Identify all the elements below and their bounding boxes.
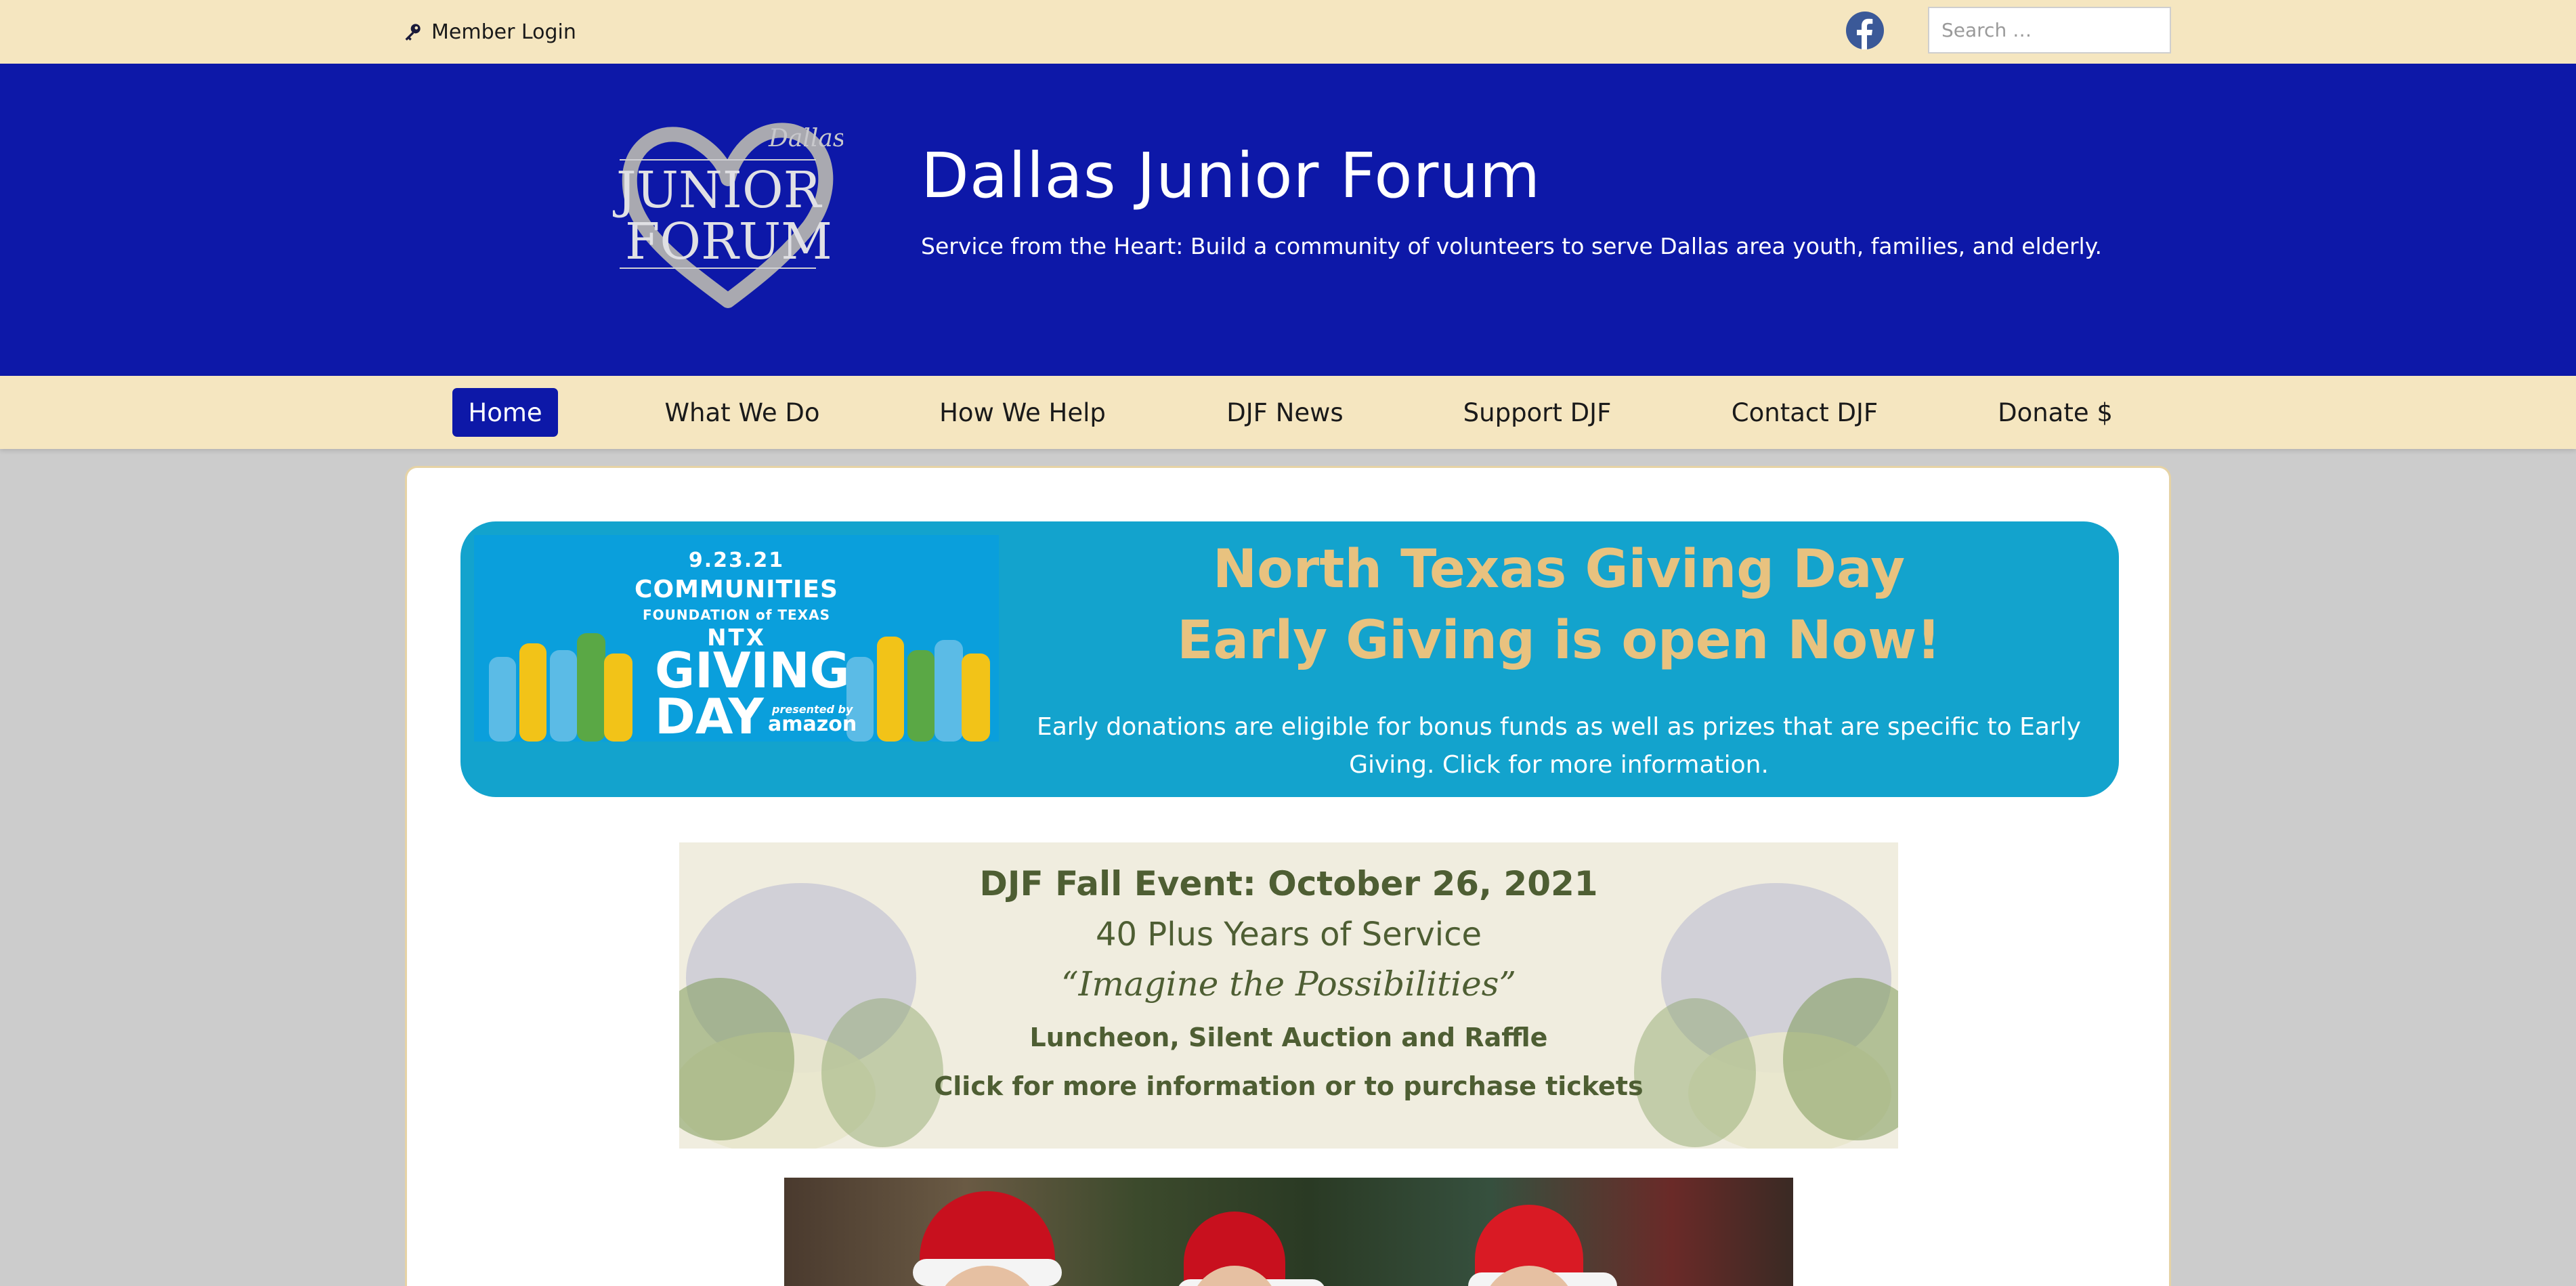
giving-day-org-sub: FOUNDATION of TEXAS [643, 607, 830, 623]
fall-event-details: Luncheon, Silent Auction and Raffle [1029, 1023, 1548, 1052]
santa-hat [913, 1191, 1062, 1286]
main-content: 9.23.21 COMMUNITIES FOUNDATION of TEXAS … [405, 466, 2171, 1286]
top-utility-bar: Member Login [0, 0, 2576, 64]
volunteers-photo[interactable] [784, 1178, 1793, 1286]
facebook-icon[interactable] [1846, 12, 1884, 49]
site-tagline: Service from the Heart: Build a communit… [921, 233, 2103, 259]
nav-item-how-we-help[interactable]: How We Help [939, 388, 1106, 437]
amazon-logo: amazon [768, 712, 857, 736]
giving-banner-subtitle: Early Giving is open Now! [1177, 610, 1941, 671]
key-icon [405, 24, 421, 41]
site-header: Dallas JUNIOR FORUM Dallas Junior Forum … [0, 64, 2576, 376]
fall-event-theme: “Imagine the Possibilities” [1061, 964, 1516, 1004]
nav-item-djf-news[interactable]: DJF News [1226, 388, 1344, 437]
search-input[interactable] [1928, 7, 2171, 53]
member-login-label: Member Login [431, 20, 576, 44]
nav-item-support-djf[interactable]: Support DJF [1463, 388, 1612, 437]
giving-day-org: COMMUNITIES [635, 576, 838, 603]
logo-forum-text: FORUM [625, 213, 832, 271]
logo-junior-text: JUNIOR [613, 161, 823, 219]
nav-item-contact-djf[interactable]: Contact DJF [1730, 388, 1879, 437]
main-nav: Home What We Do How We Help DJF News Sup… [0, 376, 2576, 449]
fall-event-cta: Click for more information or to purchas… [934, 1071, 1644, 1101]
site-title[interactable]: Dallas Junior Forum [921, 140, 1541, 212]
nav-item-what-we-do[interactable]: What We Do [664, 388, 821, 437]
member-login-link[interactable]: Member Login [403, 18, 576, 46]
fall-event-subtitle: 40 Plus Years of Service [1095, 916, 1482, 953]
nav-item-donate[interactable]: Donate $ [1994, 388, 2116, 437]
fall-event-title: DJF Fall Event: October 26, 2021 [979, 864, 1598, 903]
fall-event-banner[interactable]: DJF Fall Event: October 26, 2021 40 Plus… [679, 842, 1898, 1149]
ntx-giving-day-logo: 9.23.21 COMMUNITIES FOUNDATION of TEXAS … [474, 535, 999, 742]
giving-banner-title: North Texas Giving Day [1212, 539, 1906, 600]
giving-day-word-day: DAY [655, 688, 764, 745]
logo-dallas-text: Dallas [768, 125, 843, 152]
nav-item-home[interactable]: Home [452, 388, 558, 437]
giving-banner-body: Early donations are eligible for bonus f… [1036, 713, 2082, 779]
giving-day-banner[interactable]: 9.23.21 COMMUNITIES FOUNDATION of TEXAS … [460, 521, 2119, 797]
giving-day-date: 9.23.21 [688, 549, 785, 572]
dallas-junior-forum-logo[interactable]: Dallas JUNIOR FORUM [613, 111, 843, 314]
